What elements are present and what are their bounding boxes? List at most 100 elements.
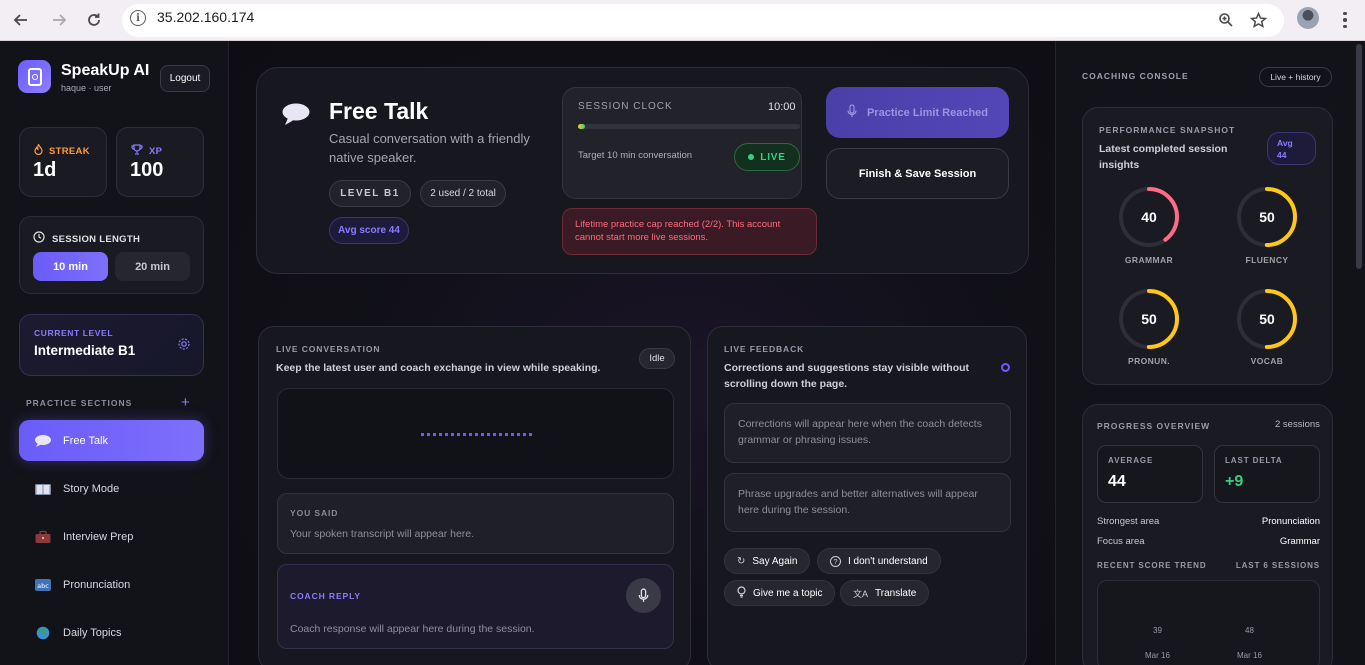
session-target: Target 10 min conversation bbox=[578, 150, 693, 161]
sidebar-item-label: Free Talk bbox=[63, 434, 109, 447]
url-text[interactable]: 35.202.160.174 bbox=[157, 9, 254, 25]
speech-bubble-icon bbox=[281, 102, 311, 131]
vocab-label: VOCAB bbox=[1250, 356, 1284, 366]
abc-icon: abc bbox=[34, 578, 52, 592]
trend-range: LAST 6 SESSIONS bbox=[1235, 561, 1320, 570]
zoom-icon[interactable] bbox=[1214, 8, 1238, 32]
session-progress-bar bbox=[578, 124, 800, 129]
book-icon bbox=[34, 482, 52, 496]
trend-value: 48 bbox=[1245, 626, 1254, 635]
live-history-toggle[interactable]: Live + history bbox=[1259, 67, 1332, 87]
live-conversation-panel: LIVE CONVERSATION Keep the latest user a… bbox=[258, 326, 691, 665]
corrections-card: Corrections will appear here when the co… bbox=[724, 403, 1011, 463]
page-subtitle: Casual conversation with a friendly nati… bbox=[329, 131, 530, 165]
clock-icon bbox=[33, 230, 45, 248]
settings-gear-icon[interactable] bbox=[177, 337, 191, 356]
avg-score-badge: Avg 44 bbox=[1267, 132, 1316, 165]
logout-button[interactable]: Logout bbox=[160, 65, 210, 92]
flame-icon bbox=[34, 142, 43, 160]
translate-icon: 文A bbox=[853, 588, 869, 599]
pronunciation-gauge: 50 bbox=[1118, 288, 1180, 355]
progress-overview-card: PROGRESS OVERVIEW 2 sessions AVERAGE 44 … bbox=[1082, 404, 1333, 665]
streak-card: STREAK 1d bbox=[19, 127, 107, 197]
site-info-icon[interactable]: i bbox=[130, 10, 146, 26]
trend-label: RECENT SCORE TREND bbox=[1097, 561, 1207, 570]
sidebar-item-story-mode[interactable]: Story Mode bbox=[19, 468, 204, 509]
main-content: Free Talk Casual conversation with a fri… bbox=[230, 41, 1055, 665]
session-20min-button[interactable]: 20 min bbox=[115, 252, 190, 281]
vocab-score: 50 bbox=[1259, 311, 1275, 327]
browser-toolbar: i 35.202.160.174 bbox=[0, 0, 1365, 41]
session-clock-label: SESSION CLOCK bbox=[578, 101, 673, 112]
grammar-label: GRAMMAR bbox=[1124, 255, 1174, 265]
sidebar-item-daily-topics[interactable]: Daily Topics bbox=[19, 612, 204, 653]
question-icon: ? bbox=[830, 555, 841, 567]
profile-avatar[interactable] bbox=[1297, 7, 1319, 29]
dont-understand-button[interactable]: ? I don't understand bbox=[817, 548, 941, 574]
last-delta-label: LAST DELTA bbox=[1225, 456, 1283, 465]
xp-card: XP 100 bbox=[116, 127, 204, 197]
lightbulb-icon bbox=[737, 585, 746, 601]
session-clock-time: 10:00 bbox=[768, 101, 796, 113]
grammar-gauge: 40 bbox=[1118, 186, 1180, 253]
average-value: 44 bbox=[1108, 473, 1126, 490]
sidebar-item-label: Pronunciation bbox=[63, 578, 131, 591]
user-role: haque · user bbox=[61, 83, 112, 93]
repeat-icon: ↻ bbox=[737, 555, 746, 567]
xp-value: 100 bbox=[130, 159, 164, 181]
session-count: 2 sessions bbox=[1275, 419, 1320, 430]
fluency-score: 50 bbox=[1259, 209, 1275, 225]
finish-save-button[interactable]: Finish & Save Session bbox=[826, 148, 1009, 199]
live-conversation-label: LIVE CONVERSATION bbox=[276, 344, 381, 354]
coaching-console-label: COACHING CONSOLE bbox=[1082, 71, 1189, 81]
bookmark-star-icon[interactable] bbox=[1246, 8, 1270, 32]
target-icon bbox=[1001, 363, 1010, 372]
current-level-label: CURRENT LEVEL bbox=[34, 328, 114, 338]
back-icon[interactable] bbox=[9, 8, 33, 32]
say-again-button[interactable]: ↻ Say Again bbox=[724, 548, 811, 574]
voice-visualizer bbox=[277, 388, 674, 479]
live-conversation-desc: Keep the latest user and coach exchange … bbox=[276, 362, 601, 374]
address-bar[interactable] bbox=[122, 4, 1284, 37]
sidebar-item-free-talk[interactable]: Free Talk bbox=[19, 420, 204, 461]
forward-icon[interactable] bbox=[47, 8, 71, 32]
practice-sections-label: PRACTICE SECTIONS bbox=[26, 398, 133, 408]
sidebar-item-pronunciation[interactable]: abc Pronunciation bbox=[19, 564, 204, 605]
last-delta-value: +9 bbox=[1225, 473, 1244, 490]
pronunciation-score: 50 bbox=[1141, 311, 1157, 327]
live-feedback-panel: LIVE FEEDBACK Corrections and suggestion… bbox=[707, 326, 1027, 665]
usage-badge: 2 used / 2 total bbox=[420, 180, 506, 207]
waveform-dots bbox=[421, 433, 532, 436]
translate-button[interactable]: 文A Translate bbox=[840, 580, 930, 606]
session-10min-button[interactable]: 10 min bbox=[33, 252, 108, 281]
sidebar: SpeakUp AI haque · user Logout STREAK 1d… bbox=[0, 41, 229, 665]
speech-bubble-icon bbox=[34, 434, 52, 448]
give-topic-button[interactable]: Give me a topic bbox=[724, 580, 836, 606]
you-said-label: YOU SAID bbox=[290, 508, 339, 518]
live-feedback-label: LIVE FEEDBACK bbox=[724, 344, 805, 354]
you-said-text: Your spoken transcript will appear here. bbox=[290, 528, 475, 540]
session-length-card: SESSION LENGTH 10 min 20 min bbox=[19, 216, 204, 294]
progress-overview-label: PROGRESS OVERVIEW bbox=[1097, 421, 1211, 431]
strongest-area-value: Pronunciation bbox=[1261, 516, 1320, 527]
you-said-card: YOU SAID Your spoken transcript will app… bbox=[277, 493, 674, 554]
live-dot-icon bbox=[748, 154, 755, 160]
streak-value: 1d bbox=[33, 159, 57, 181]
live-feedback-desc: Corrections and suggestions stay visible… bbox=[724, 362, 970, 390]
current-level-card: CURRENT LEVEL Intermediate B1 bbox=[19, 314, 204, 376]
add-section-icon[interactable]: + bbox=[181, 394, 190, 411]
microphone-button[interactable] bbox=[626, 578, 661, 613]
browser-menu-icon[interactable] bbox=[1337, 8, 1353, 32]
performance-snapshot-desc: Latest completed session insights bbox=[1099, 143, 1228, 171]
conversation-status-badge: Idle bbox=[639, 348, 675, 369]
fluency-gauge: 50 bbox=[1236, 186, 1298, 253]
sidebar-item-label: Interview Prep bbox=[63, 530, 134, 543]
sidebar-item-interview-prep[interactable]: Interview Prep bbox=[19, 516, 204, 557]
app-logo bbox=[18, 60, 51, 93]
reload-icon[interactable] bbox=[82, 8, 106, 32]
session-header-card: Free Talk Casual conversation with a fri… bbox=[256, 67, 1029, 274]
sidebar-item-label: Daily Topics bbox=[63, 626, 122, 639]
current-level-value: Intermediate B1 bbox=[34, 343, 136, 358]
strongest-area-label: Strongest area bbox=[1097, 516, 1160, 527]
page-scrollbar[interactable] bbox=[1356, 44, 1362, 269]
